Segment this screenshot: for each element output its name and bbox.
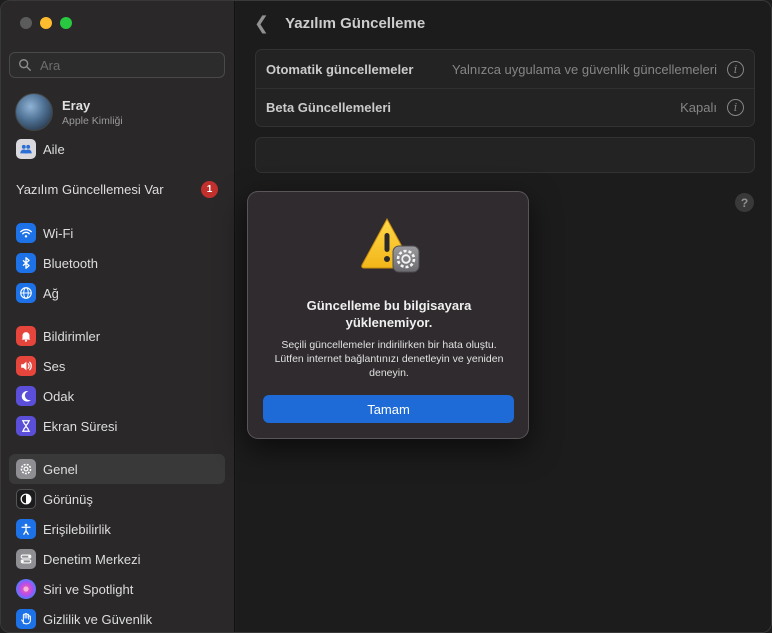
avatar <box>15 93 53 131</box>
speaker-icon <box>16 356 36 376</box>
bluetooth-icon <box>16 253 36 273</box>
search-field[interactable] <box>9 52 225 78</box>
search-input[interactable] <box>40 57 210 73</box>
sidebar-item-label: Odak <box>43 388 75 404</box>
sidebar-item-sound[interactable]: Ses <box>9 351 225 381</box>
moon-icon <box>16 386 36 406</box>
appearance-icon <box>16 489 36 509</box>
sidebar-item-label: Görünüş <box>43 491 93 507</box>
account-subtitle: Apple Kimliği <box>62 114 123 127</box>
siri-icon <box>16 579 36 599</box>
apple-account[interactable]: Eray Apple Kimliği <box>15 93 123 131</box>
error-dialog: Güncelleme bu bilgisayara yüklenemiyor. … <box>247 191 529 439</box>
sidebar-item-label: Ekran Süresi <box>43 418 118 434</box>
globe-icon <box>16 283 36 303</box>
sidebar-item-screen-time[interactable]: Ekran Süresi <box>9 411 225 441</box>
sidebar-item-label: Bildirimler <box>43 328 101 344</box>
sidebar-item-label: Ses <box>43 358 66 374</box>
settings-window: Eray Apple Kimliği Aile Yazılım Güncelle… <box>0 0 772 633</box>
sidebar-item-bluetooth[interactable]: Bluetooth <box>9 248 225 278</box>
sidebar-item-label: Ağ <box>43 285 59 301</box>
zoom-window-button[interactable] <box>60 17 72 29</box>
bell-icon <box>16 326 36 346</box>
hand-icon <box>16 609 36 629</box>
sidebar-item-network[interactable]: Ağ <box>9 278 225 308</box>
sidebar-item-label: Genel <box>43 461 78 477</box>
warning-gear-icon <box>361 217 420 273</box>
hourglass-icon <box>16 416 36 436</box>
sidebar-item-control-center[interactable]: Denetim Merkezi <box>9 544 225 574</box>
search-icon <box>19 59 31 71</box>
sidebar-item-label: Erişilebilirlik <box>43 521 111 537</box>
family-icon <box>16 139 36 159</box>
account-name: Eray <box>62 97 91 113</box>
sidebar-item-label: Wi-Fi <box>43 225 74 241</box>
sidebar-item-notifications[interactable]: Bildirimler <box>9 321 225 351</box>
update-notice-label: Yazılım Güncellemesi Var <box>16 182 164 197</box>
sidebar-item-focus[interactable]: Odak <box>9 381 225 411</box>
ok-button[interactable]: Tamam <box>263 395 514 423</box>
sidebar-item-wifi[interactable]: Wi-Fi <box>9 218 225 248</box>
gear-icon <box>16 459 36 479</box>
control-center-icon <box>16 549 36 569</box>
sidebar-item-accessibility[interactable]: Erişilebilirlik <box>9 514 225 544</box>
sidebar-item-siri[interactable]: Siri ve Spotlight <box>9 574 225 604</box>
minimize-window-button[interactable] <box>40 17 52 29</box>
sidebar-item-appearance[interactable]: Görünüş <box>9 484 225 514</box>
dialog-message: Seçili güncellemeler indirilirken bir ha… <box>274 339 504 379</box>
window-controls <box>20 17 72 29</box>
sidebar-item-label: Gizlilik ve Güvenlik <box>43 611 153 627</box>
sidebar: Eray Apple Kimliği Aile Yazılım Güncelle… <box>1 1 235 632</box>
close-window-button[interactable] <box>20 17 32 29</box>
software-update-notice[interactable]: Yazılım Güncellemesi Var 1 <box>16 181 218 198</box>
sidebar-item-general[interactable]: Genel <box>9 454 225 484</box>
sidebar-item-family[interactable]: Aile <box>9 134 225 164</box>
accessibility-icon <box>16 519 36 539</box>
sidebar-item-label: Bluetooth <box>43 255 98 271</box>
dialog-title: Güncelleme bu bilgisayara yüklenemiyor. <box>306 298 472 330</box>
wifi-icon <box>16 223 36 243</box>
sidebar-item-label: Aile <box>43 141 65 157</box>
sidebar-item-privacy[interactable]: Gizlilik ve Güvenlik <box>9 604 225 632</box>
update-count-badge: 1 <box>201 181 218 198</box>
sidebar-item-label: Denetim Merkezi <box>43 551 141 567</box>
sidebar-item-label: Siri ve Spotlight <box>43 581 134 597</box>
